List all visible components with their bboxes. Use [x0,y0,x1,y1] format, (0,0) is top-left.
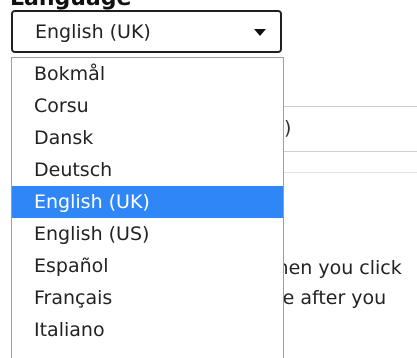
language-option-english-uk[interactable]: English (UK) [12,186,283,218]
language-select[interactable]: English (UK) [11,10,282,53]
language-option-bokmal[interactable]: Bokmål [12,58,283,90]
language-select-value: English (UK) [35,21,151,43]
language-option-deutsch[interactable]: Deutsch [12,154,283,186]
background-field-text: ) [284,117,292,139]
chevron-down-icon [254,29,266,36]
language-dropdown-list[interactable]: Bokmål Corsu Dansk Deutsch English (UK) … [11,57,284,358]
language-option-espanol[interactable]: Español [12,250,283,282]
language-option-dansk[interactable]: Dansk [12,122,283,154]
language-option-english-us[interactable]: English (US) [12,218,283,250]
language-option-corsu[interactable]: Corsu [12,90,283,122]
language-option-francais[interactable]: Français [12,282,283,314]
language-option-italiano[interactable]: Italiano [12,314,283,346]
